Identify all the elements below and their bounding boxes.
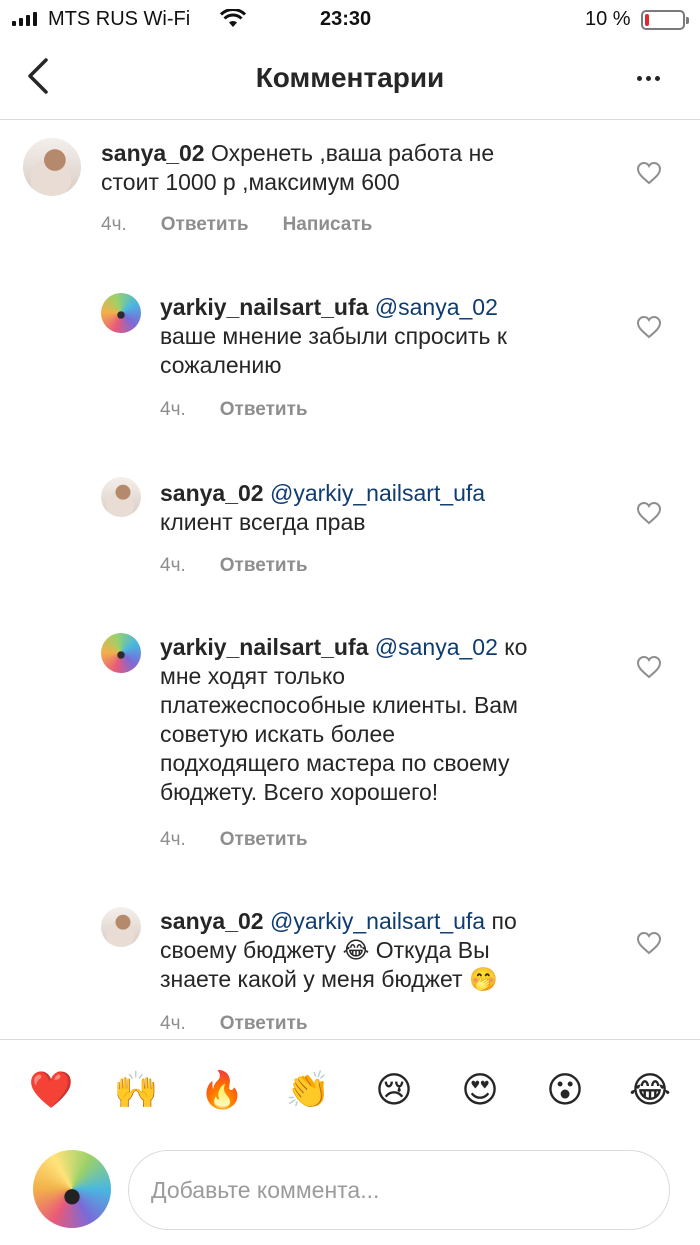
emoji-surprised-button[interactable]: 😮 (541, 1070, 589, 1112)
comment-body-line: стоит 1000 р ,максимум 600 (101, 169, 400, 195)
comment-body-line: ваше мнение забыли спросить к (160, 323, 507, 349)
signal-icon (12, 12, 37, 26)
comments-list[interactable]: sanya_02 Охренеть ,ваша работа не стоит … (0, 121, 700, 1039)
comment-item: yarkiy_nailsart_ufa @sanya_02 ваше мнени… (0, 281, 700, 431)
comment-item: yarkiy_nailsart_ufa @sanya_02 ко мне ход… (0, 621, 700, 861)
emoji-fire-button[interactable]: 🔥 (198, 1070, 246, 1112)
comment-item: sanya_02 Охренеть ,ваша работа не стоит … (0, 121, 700, 261)
mention-link[interactable]: @sanya_02 (375, 294, 498, 320)
more-options-button[interactable] (626, 60, 670, 96)
comment-text: yarkiy_nailsart_ufa @sanya_02 ваше мнени… (160, 293, 620, 380)
status-bar: MTS RUS Wi-Fi 23:30 10 % (0, 0, 700, 40)
comment-body: Охренеть ,ваша работа не (210, 140, 495, 166)
reply-button[interactable]: Ответить (161, 214, 249, 236)
comment-body-line: клиент всегда прав (160, 509, 366, 535)
like-heart-icon[interactable] (636, 501, 662, 525)
avatar[interactable] (101, 907, 141, 947)
emoji-heart-button[interactable]: ❤️ (27, 1070, 75, 1112)
more-horizontal-icon (636, 75, 642, 81)
avatar[interactable] (101, 477, 141, 517)
comment-body-line: сожалению (160, 352, 282, 378)
comment-body-line: ко (504, 634, 528, 660)
my-avatar (33, 1150, 111, 1228)
comment-time: 4ч. (160, 399, 186, 420)
comment-time: 4ч. (101, 214, 127, 235)
page-title: Комментарии (255, 62, 445, 93)
emoji-laughing-button[interactable]: 😂 (626, 1070, 674, 1112)
mention-link[interactable]: @yarkiy_nailsart_ufa (270, 908, 485, 934)
comment-username[interactable]: sanya_02 (160, 480, 264, 506)
battery-percent: 10 % (585, 8, 631, 30)
emoji-quick-bar: ❤️ 🙌 🔥 👏 😢 😍 😮 😂 (0, 1039, 700, 1139)
comment-body-line: советую искать более (160, 721, 396, 747)
comment-body-line: платежеспособные клиенты. Вам (160, 692, 518, 718)
comment-time: 4ч. (160, 829, 186, 850)
comment-body-line: своему бюджету 😂 Откуда Вы (160, 937, 490, 963)
comment-text: yarkiy_nailsart_ufa @sanya_02 ко мне ход… (160, 633, 620, 807)
emoji-clap-button[interactable]: 👏 (284, 1070, 332, 1112)
reply-button[interactable]: Ответить (220, 1013, 308, 1035)
reply-button[interactable]: Ответить (220, 555, 308, 577)
emoji-heart-eyes-button[interactable]: 😍 (456, 1070, 504, 1112)
comment-input[interactable] (128, 1150, 670, 1230)
comment-username[interactable]: sanya_02 (101, 140, 205, 166)
mention-link[interactable]: @sanya_02 (375, 634, 498, 660)
clock: 23:30 (320, 8, 372, 30)
message-button[interactable]: Написать (283, 214, 373, 236)
like-heart-icon[interactable] (636, 931, 662, 955)
comment-username[interactable]: yarkiy_nailsart_ufa (160, 634, 368, 660)
comment-text: sanya_02 Охренеть ,ваша работа не стоит … (101, 139, 601, 197)
comment-username[interactable]: sanya_02 (160, 908, 264, 934)
comment-meta: 4ч. Ответить (160, 555, 308, 577)
carrier-label: MTS RUS Wi-Fi (48, 8, 191, 30)
header: Комментарии (0, 40, 700, 120)
comment-username[interactable]: yarkiy_nailsart_ufa (160, 294, 368, 320)
comment-body-line: подходящего мастера по своему (160, 750, 510, 776)
comment-text: sanya_02 @yarkiy_nailsart_ufa клиент все… (160, 479, 620, 537)
like-heart-icon[interactable] (636, 655, 662, 679)
avatar[interactable] (23, 138, 81, 196)
comment-text: sanya_02 @yarkiy_nailsart_ufa по своему … (160, 907, 630, 994)
comment-body-line: знаете какой у меня бюджет 🤭 (160, 966, 498, 992)
like-heart-icon[interactable] (636, 161, 662, 185)
comment-item: sanya_02 @yarkiy_nailsart_ufa по своему … (0, 901, 700, 1039)
emoji-crying-button[interactable]: 😢 (370, 1070, 418, 1112)
avatar[interactable] (101, 633, 141, 673)
like-heart-icon[interactable] (636, 315, 662, 339)
comment-body-line: мне ходят только (160, 663, 346, 689)
battery-icon (641, 10, 689, 30)
emoji-raised-hands-button[interactable]: 🙌 (112, 1070, 160, 1112)
avatar[interactable] (101, 293, 141, 333)
comment-time: 4ч. (160, 1013, 186, 1034)
reply-button[interactable]: Ответить (220, 399, 308, 421)
comment-meta: 4ч. Ответить (160, 1013, 308, 1035)
comment-body-line: по (491, 908, 517, 934)
comment-item: sanya_02 @yarkiy_nailsart_ufa клиент все… (0, 471, 700, 591)
comment-meta: 4ч. Ответить (160, 399, 308, 421)
mention-link[interactable]: @yarkiy_nailsart_ufa (270, 480, 485, 506)
wifi-icon (219, 8, 247, 35)
battery-level (645, 14, 649, 26)
reply-button[interactable]: Ответить (220, 829, 308, 851)
comment-time: 4ч. (160, 555, 186, 576)
comment-meta: 4ч. Ответить (160, 829, 308, 851)
comment-meta: 4ч. Ответить Написать (101, 214, 372, 236)
comment-body-line: бюджету. Всего хорошего! (160, 779, 439, 805)
